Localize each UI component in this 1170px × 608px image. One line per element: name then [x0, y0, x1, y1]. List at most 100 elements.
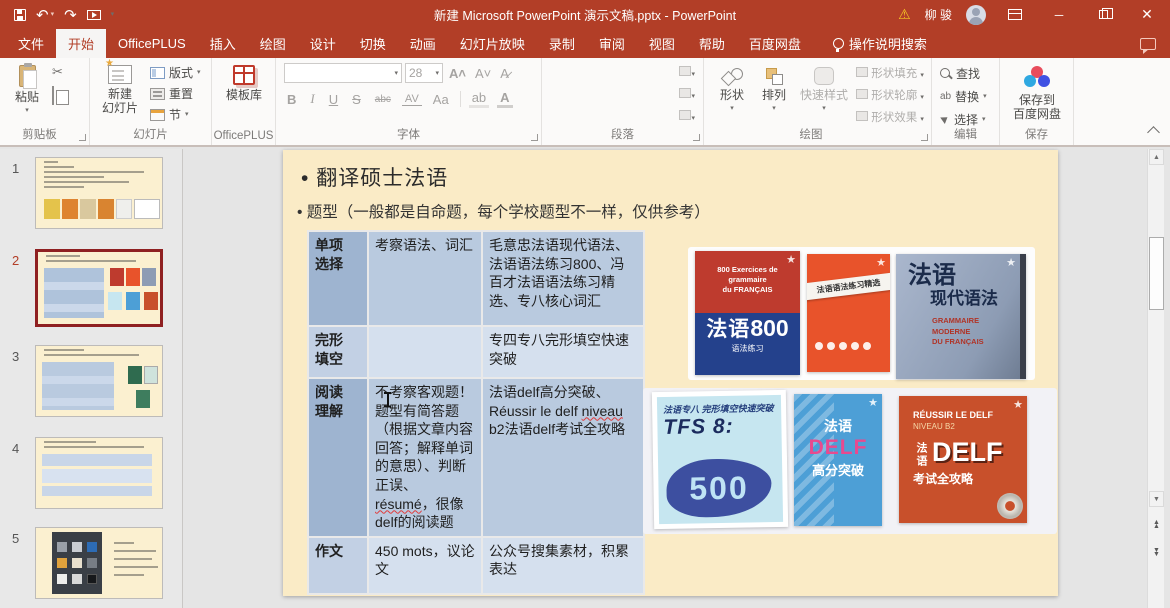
- undo-button[interactable]: ↶▾: [36, 6, 54, 24]
- slide-subtitle[interactable]: • 题型（一般都是自命题，每个学校题型不一样，仅供参考）: [297, 200, 710, 222]
- slide-title[interactable]: • 翻译硕士法语: [301, 162, 448, 192]
- tab-help[interactable]: 帮助: [687, 29, 737, 58]
- tab-slideshow[interactable]: 幻灯片放映: [448, 29, 537, 58]
- table-cell[interactable]: 毛意忠法语现代语法、法语语法练习800、冯百才法语语法练习精选、专八核心词汇: [483, 232, 643, 325]
- book-cover-tfs8-500[interactable]: 法语专八 完形填空快速突破 TFS 8: 500: [652, 390, 788, 529]
- slide-thumbnail-4[interactable]: [35, 437, 163, 509]
- tell-me-search[interactable]: 操作说明搜索: [821, 29, 939, 58]
- table-cell[interactable]: 法语delf高分突破、Réussir le delf niveau b2法语de…: [483, 379, 643, 536]
- shape-outline-button[interactable]: 形状轮廓 ▾: [856, 87, 924, 103]
- tab-view[interactable]: 视图: [637, 29, 687, 58]
- thumb-text-line: [44, 161, 58, 163]
- clear-formatting-button[interactable]: A̷: [497, 66, 512, 81]
- book-cover-delf-gaofen[interactable]: ★ 法语 DELF 高分突破: [794, 394, 882, 526]
- table-cell[interactable]: 考察语法、词汇: [369, 232, 481, 325]
- user-name[interactable]: 柳 骏: [925, 6, 952, 23]
- character-spacing-button[interactable]: AV: [402, 93, 422, 106]
- shape-effects-button[interactable]: 形状效果 ▾: [856, 109, 924, 125]
- start-slideshow-button[interactable]: [87, 10, 101, 20]
- table-cell[interactable]: 专四专八完形填空快速突破: [483, 327, 643, 377]
- underline-button[interactable]: U: [326, 92, 341, 107]
- slide-canvas[interactable]: • 翻译硕士法语 • 题型（一般都是自命题，每个学校题型不一样，仅供参考） 单项…: [283, 150, 1058, 596]
- reset-button[interactable]: 重置: [150, 84, 201, 103]
- book-cover-jingxuan[interactable]: ★ 法语语法练习精选: [807, 254, 890, 372]
- font-size-combo[interactable]: 28▾: [405, 63, 443, 83]
- highlight-color-button[interactable]: ab: [469, 90, 489, 108]
- table-header-cell[interactable]: 阅读 理解: [309, 379, 367, 536]
- autofit-button[interactable]: ▾: [679, 107, 695, 125]
- tab-home[interactable]: 开始: [56, 29, 106, 58]
- tab-design[interactable]: 设计: [298, 29, 348, 58]
- scroll-down-button[interactable]: ▼: [1149, 491, 1164, 507]
- slide-thumbnail-5[interactable]: [35, 527, 163, 599]
- minimize-button[interactable]: ─: [1044, 0, 1074, 29]
- change-case-button[interactable]: Aa: [430, 92, 452, 107]
- strikethrough-button[interactable]: S: [349, 92, 364, 107]
- ribbon-display-options-button[interactable]: [1000, 0, 1030, 29]
- tab-file[interactable]: 文件: [0, 29, 56, 58]
- slide-thumbnail-3[interactable]: [35, 345, 163, 417]
- slide-table[interactable]: 单项 选择 考察语法、词汇 毛意忠法语现代语法、法语语法练习800、冯百才法语语…: [307, 230, 645, 595]
- replace-button[interactable]: ab替换▾: [940, 87, 987, 106]
- warning-icon[interactable]: ⚠: [898, 6, 911, 23]
- book-cover-grammaire-800[interactable]: ★ 800 Exercices de grammaire du FRANÇAIS…: [695, 251, 800, 375]
- font-color-button[interactable]: A: [497, 90, 512, 108]
- layout-button[interactable]: 版式▾: [150, 63, 201, 82]
- arrange-button[interactable]: 排列 ▾: [756, 62, 792, 112]
- restore-button[interactable]: [1088, 0, 1118, 29]
- tab-officeplus[interactable]: OfficePLUS: [106, 29, 198, 58]
- redo-button[interactable]: ↷: [64, 6, 77, 24]
- tab-baidu-netdisk[interactable]: 百度网盘: [737, 29, 813, 58]
- find-button[interactable]: 查找: [940, 64, 987, 83]
- previous-slide-button[interactable]: ▲▲: [1149, 517, 1164, 533]
- tab-insert[interactable]: 插入: [198, 29, 248, 58]
- save-button[interactable]: [14, 9, 26, 21]
- font-name-combo[interactable]: ▾: [284, 63, 402, 83]
- next-slide-button[interactable]: ▼▼: [1149, 545, 1164, 561]
- tab-record[interactable]: 录制: [537, 29, 587, 58]
- save-to-baidu-button[interactable]: 保存到 百度网盘: [1010, 61, 1064, 122]
- bold-button[interactable]: B: [284, 92, 299, 107]
- vertical-scrollbar[interactable]: ▲ ▼ ▲▲ ▼▼: [1147, 149, 1164, 608]
- clipboard-dialog-launcher[interactable]: [79, 134, 86, 141]
- align-text-button[interactable]: ▾: [679, 63, 695, 81]
- font-dialog-launcher[interactable]: [531, 134, 538, 141]
- tab-transitions[interactable]: 切换: [348, 29, 398, 58]
- cut-button[interactable]: ✂: [52, 64, 63, 80]
- drawing-dialog-launcher[interactable]: [921, 134, 928, 141]
- slide-thumbnail-2-selected[interactable]: [35, 249, 163, 327]
- new-slide-button[interactable]: 新建 幻灯片: [94, 60, 146, 116]
- scroll-up-button[interactable]: ▲: [1149, 149, 1164, 165]
- tab-animations[interactable]: 动画: [398, 29, 448, 58]
- slide-thumbnail-1[interactable]: [35, 157, 163, 229]
- collapse-ribbon-button[interactable]: [1147, 126, 1160, 139]
- table-header-cell[interactable]: 完形 填空: [309, 327, 367, 377]
- paragraph-dialog-launcher[interactable]: [693, 134, 700, 141]
- decrease-font-button[interactable]: A˅: [472, 66, 494, 81]
- template-library-button[interactable]: 模板库: [218, 60, 270, 102]
- increase-font-button[interactable]: A˄: [446, 66, 469, 81]
- avatar[interactable]: [966, 5, 986, 25]
- copy-button[interactable]: [52, 87, 63, 105]
- book-cover-grammaire-moderne[interactable]: ★ 法语 现代语法 GRAMMAIRE MODERNE DU FRANÇAIS: [896, 254, 1026, 379]
- table-header-cell[interactable]: 作文: [309, 538, 367, 593]
- text-vertical-button[interactable]: ▾: [679, 85, 695, 103]
- shape-fill-button[interactable]: 形状填充 ▾: [856, 65, 924, 81]
- section-button[interactable]: 节▾: [150, 105, 201, 124]
- customize-qat-button[interactable]: ▾: [111, 11, 115, 18]
- tab-draw[interactable]: 绘图: [248, 29, 298, 58]
- table-header-cell[interactable]: 单项 选择: [309, 232, 367, 325]
- comments-button[interactable]: [1128, 29, 1170, 58]
- book-cover-reussir-delf[interactable]: ★ RÉUSSIR LE DELF NIVEAU B2 法语 DELF 考试全攻…: [899, 396, 1027, 523]
- scrollbar-thumb[interactable]: [1149, 237, 1164, 310]
- tab-review[interactable]: 审阅: [587, 29, 637, 58]
- italic-button[interactable]: I: [307, 91, 317, 107]
- quick-styles-button[interactable]: 快速样式 ▾: [796, 62, 852, 112]
- table-cell[interactable]: 公众号搜集素材，积累表达: [483, 538, 643, 593]
- table-cell[interactable]: [369, 327, 481, 377]
- paste-button[interactable]: 粘贴 ▾: [6, 60, 48, 114]
- subscript-button[interactable]: abc: [372, 94, 394, 105]
- shapes-button[interactable]: 形状 ▾: [714, 62, 750, 112]
- close-button[interactable]: ✕: [1132, 0, 1162, 29]
- table-cell[interactable]: 450 mots，议论文: [369, 538, 481, 593]
